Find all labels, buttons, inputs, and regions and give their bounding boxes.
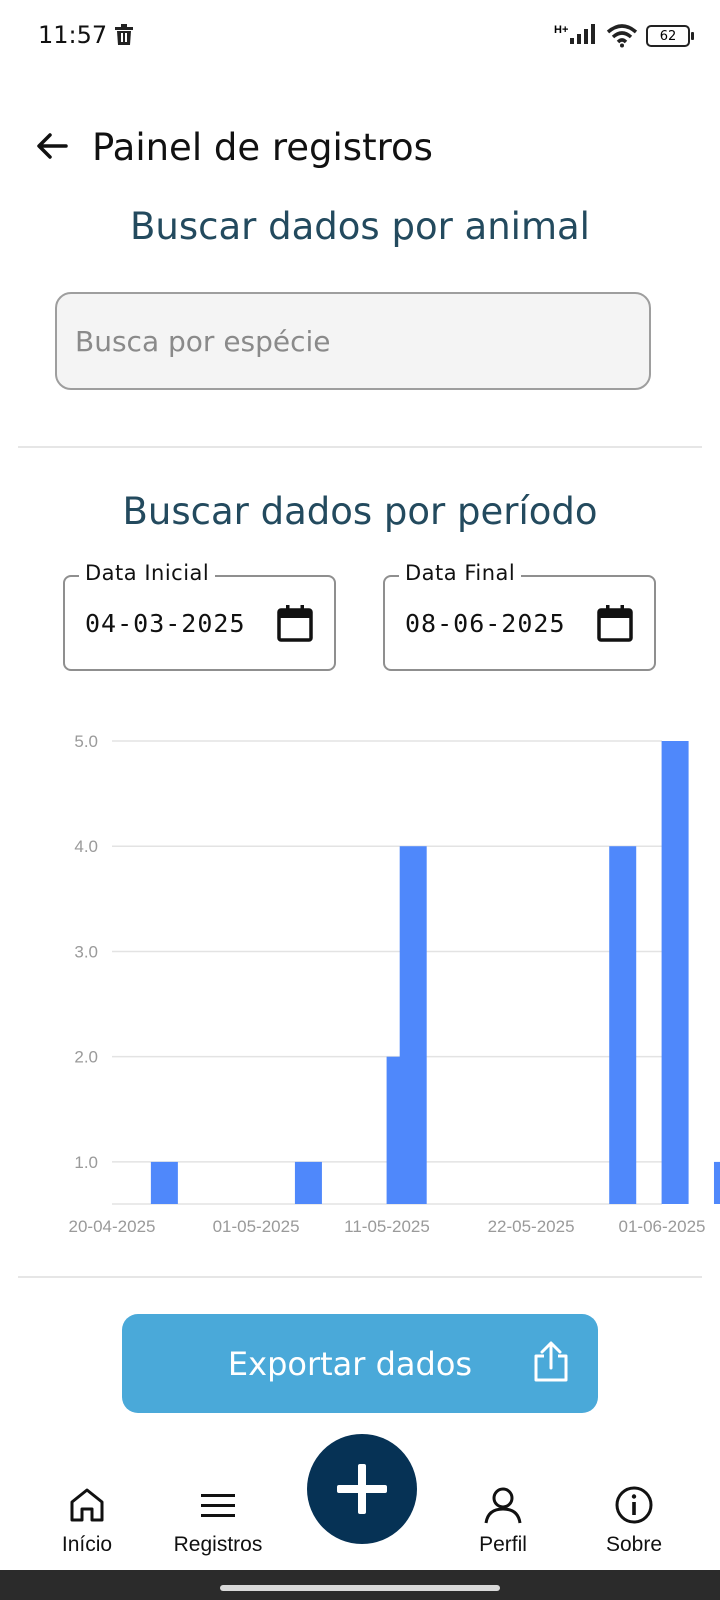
home-icon — [70, 1488, 104, 1522]
chart-bar — [661, 741, 689, 1204]
nav-item-sobre[interactable]: Sobre — [574, 1485, 694, 1557]
nav-item-registros[interactable]: Registros — [158, 1485, 278, 1557]
nav-item-inicio[interactable]: Início — [27, 1485, 147, 1557]
status-time: 11:57 — [38, 21, 108, 49]
nav-label: Perfil — [479, 1533, 527, 1556]
nav-label: Registros — [173, 1533, 263, 1556]
export-button-label: Exportar dados — [227, 1344, 473, 1383]
network-type: H+ — [554, 23, 569, 36]
nav-item-perfil[interactable]: Perfil — [443, 1485, 563, 1557]
app-bar: Painel de registros — [0, 110, 720, 180]
chart-bar — [609, 846, 637, 1204]
species-search-input[interactable] — [55, 292, 651, 390]
export-data-button[interactable]: Exportar dados — [122, 1314, 598, 1413]
page-title: Painel de registros — [92, 126, 433, 169]
battery-level: 62 — [659, 28, 677, 44]
y-tick-label: 3.0 — [74, 942, 98, 961]
chart-bar — [294, 1161, 322, 1204]
period-search-title: Buscar dados por período — [122, 490, 598, 533]
x-tick-label: 01-05-2025 — [213, 1217, 300, 1235]
status-bar: 11:57 H+ 62 — [0, 0, 720, 72]
status-icons: H+ 62 — [554, 20, 694, 52]
nav-label: Sobre — [605, 1533, 663, 1556]
plus-icon — [337, 1464, 387, 1514]
animal-search-title: Buscar dados por animal — [130, 205, 590, 248]
y-tick-label: 2.0 — [74, 1048, 98, 1067]
bottom-navigation: Início Registros Perfil Sobre — [0, 1434, 720, 1570]
nav-label: Início — [61, 1533, 113, 1556]
add-record-button[interactable] — [307, 1434, 417, 1544]
trash-icon — [115, 24, 133, 45]
y-tick-label: 4.0 — [74, 837, 98, 856]
end-date-value: 08-06-2025 — [405, 609, 566, 638]
divider — [18, 1276, 702, 1278]
x-tick-label: 20-04-2025 — [69, 1217, 156, 1235]
back-arrow-icon[interactable] — [34, 128, 70, 164]
start-date-field[interactable]: Data Inicial 04-03-2025 — [63, 561, 336, 671]
x-tick-label: 11-05-2025 — [344, 1217, 430, 1235]
x-tick-label: 01-06-2025 — [619, 1217, 706, 1235]
start-date-value: 04-03-2025 — [85, 609, 246, 638]
chart-bar — [150, 1161, 178, 1204]
y-tick-label: 1.0 — [74, 1153, 98, 1172]
end-date-label: Data Final — [399, 561, 522, 585]
chart-bar — [713, 1161, 720, 1204]
wifi-icon — [606, 24, 638, 48]
person-icon — [484, 1487, 522, 1524]
info-icon — [615, 1486, 653, 1524]
signal-icon: H+ — [554, 22, 598, 51]
divider — [18, 446, 702, 448]
calendar-icon[interactable] — [276, 603, 314, 643]
gesture-handle[interactable] — [220, 1585, 500, 1591]
start-date-label: Data Inicial — [79, 561, 216, 585]
end-date-field[interactable]: Data Final 08-06-2025 — [383, 561, 656, 671]
chart-bar — [399, 846, 427, 1204]
menu-icon — [201, 1494, 235, 1517]
x-tick-label: 22-05-2025 — [488, 1217, 575, 1235]
share-icon — [534, 1341, 568, 1382]
battery-icon: 62 — [646, 25, 694, 47]
calendar-icon[interactable] — [596, 603, 634, 643]
records-bar-chart: 1.0 2.0 3.0 4.0 5.0 20-04-2025 01-05-2025 11-05… — [69, 732, 720, 1235]
y-tick-label: 5.0 — [74, 732, 98, 751]
